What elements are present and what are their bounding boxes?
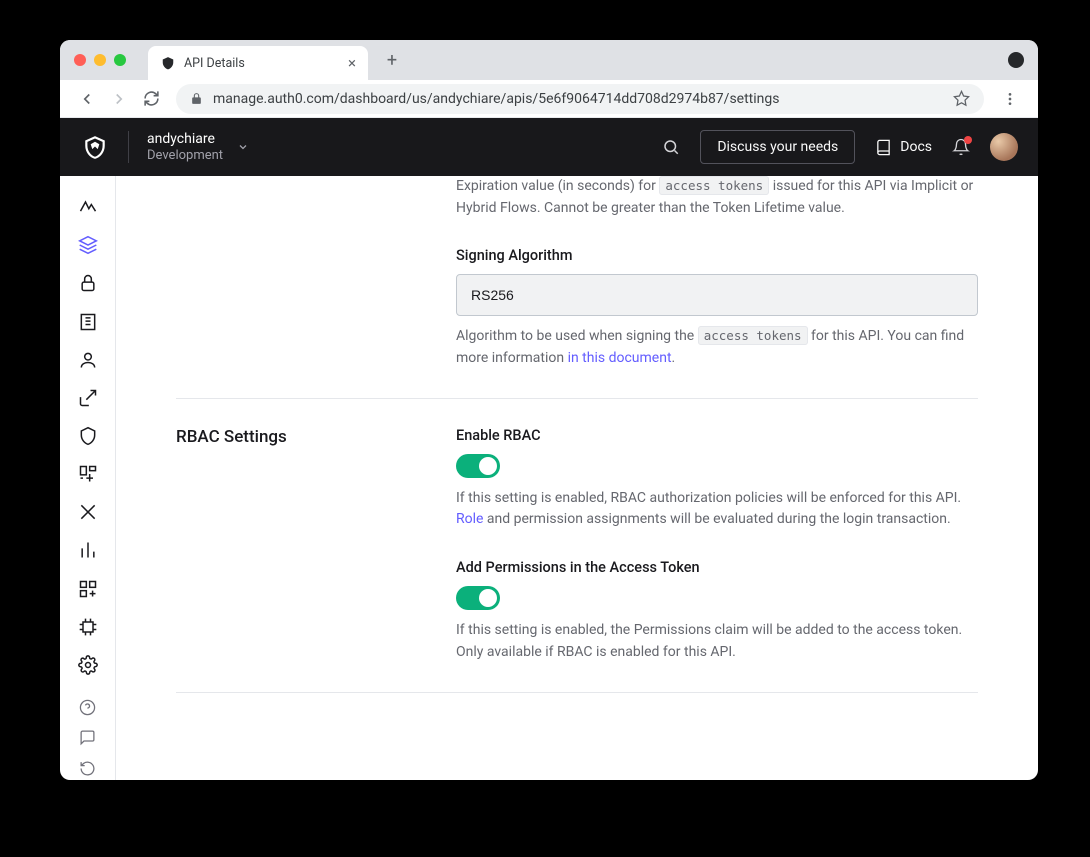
url-field[interactable]: manage.auth0.com/dashboard/us/andychiare… (176, 84, 984, 114)
app-header: andychiare Development Discuss your need… (60, 118, 1038, 176)
titlebar-right (1008, 52, 1038, 68)
bookmark-star-icon[interactable] (953, 90, 970, 107)
user-avatar[interactable] (990, 133, 1018, 161)
header-divider (128, 131, 129, 163)
signing-algorithm-label: Signing Algorithm (456, 247, 978, 264)
rbac-section-title: RBAC Settings (176, 427, 456, 447)
notification-dot (964, 136, 972, 144)
browser-tab[interactable]: API Details × (148, 46, 368, 80)
sidebar-users-icon[interactable] (68, 345, 108, 375)
book-icon (875, 139, 892, 156)
tenant-name: andychiare (147, 131, 223, 148)
chevron-down-icon (237, 141, 249, 153)
reload-button[interactable] (142, 90, 160, 108)
notifications-button[interactable] (952, 138, 970, 156)
expiration-help: Expiration value (in seconds) for access… (456, 176, 978, 219)
docs-label: Docs (900, 139, 932, 155)
code-pill: access tokens (698, 326, 808, 345)
shield-icon (160, 55, 176, 71)
window-close-button[interactable] (74, 54, 86, 66)
browser-window: API Details × + manage.auth0.com/dashboa… (60, 40, 1038, 780)
sidebar-pipelines-icon[interactable] (68, 497, 108, 527)
forward-button[interactable] (110, 90, 128, 108)
sidebar-activity-icon[interactable] (68, 192, 108, 222)
app-body: Expiration value (in seconds) for access… (60, 176, 1038, 780)
tenant-switcher[interactable]: andychiare Development (147, 131, 249, 163)
content-area[interactable]: Expiration value (in seconds) for access… (116, 176, 1038, 780)
role-link[interactable]: Role (456, 511, 483, 527)
docs-link[interactable]: Docs (875, 139, 932, 156)
sidebar-feedback-icon[interactable] (68, 727, 108, 750)
titlebar: API Details × + (60, 40, 1038, 80)
lock-icon (190, 92, 203, 105)
auth0-logo-icon[interactable] (80, 132, 110, 162)
signing-algorithm-input[interactable] (456, 274, 978, 316)
sidebar-branding-icon[interactable] (68, 383, 108, 413)
close-icon[interactable]: × (348, 54, 356, 72)
window-minimize-button[interactable] (94, 54, 106, 66)
enable-rbac-label: Enable RBAC (456, 427, 978, 444)
sidebar-extensions-icon[interactable] (68, 612, 108, 642)
chrome-profile-button[interactable] (1008, 52, 1024, 68)
signing-help: Algorithm to be used when signing the ac… (456, 326, 978, 369)
enable-rbac-toggle[interactable] (456, 454, 500, 478)
signing-doc-link[interactable]: in this document (568, 350, 672, 366)
sidebar-actions-icon[interactable] (68, 459, 108, 489)
discuss-needs-button[interactable]: Discuss your needs (700, 130, 855, 164)
enable-rbac-help: If this setting is enabled, RBAC authori… (456, 488, 978, 531)
sidebar-monitoring-icon[interactable] (68, 535, 108, 565)
window-maximize-button[interactable] (114, 54, 126, 66)
new-tab-button[interactable]: + (378, 46, 406, 74)
sidebar-authentication-icon[interactable] (68, 268, 108, 298)
sidebar-security-icon[interactable] (68, 421, 108, 451)
add-permissions-help: If this setting is enabled, the Permissi… (456, 620, 978, 663)
url-bar: manage.auth0.com/dashboard/us/andychiare… (60, 80, 1038, 118)
sidebar-marketplace-icon[interactable] (68, 574, 108, 604)
tab-title: API Details (184, 56, 245, 71)
sidebar-history-icon[interactable] (68, 757, 108, 780)
window-controls (60, 54, 140, 66)
add-permissions-label: Add Permissions in the Access Token (456, 559, 978, 576)
sidebar-applications-icon[interactable] (68, 230, 108, 260)
url-text: manage.auth0.com/dashboard/us/andychiare… (213, 91, 780, 107)
sidebar (60, 176, 116, 780)
sidebar-help-icon[interactable] (68, 696, 108, 719)
code-pill: access tokens (659, 176, 769, 195)
chrome-menu-button[interactable] (992, 91, 1028, 107)
sidebar-organizations-icon[interactable] (68, 306, 108, 336)
sidebar-settings-icon[interactable] (68, 650, 108, 680)
add-permissions-toggle[interactable] (456, 586, 500, 610)
search-icon[interactable] (662, 138, 680, 156)
back-button[interactable] (78, 90, 96, 108)
tenant-env: Development (147, 148, 223, 164)
